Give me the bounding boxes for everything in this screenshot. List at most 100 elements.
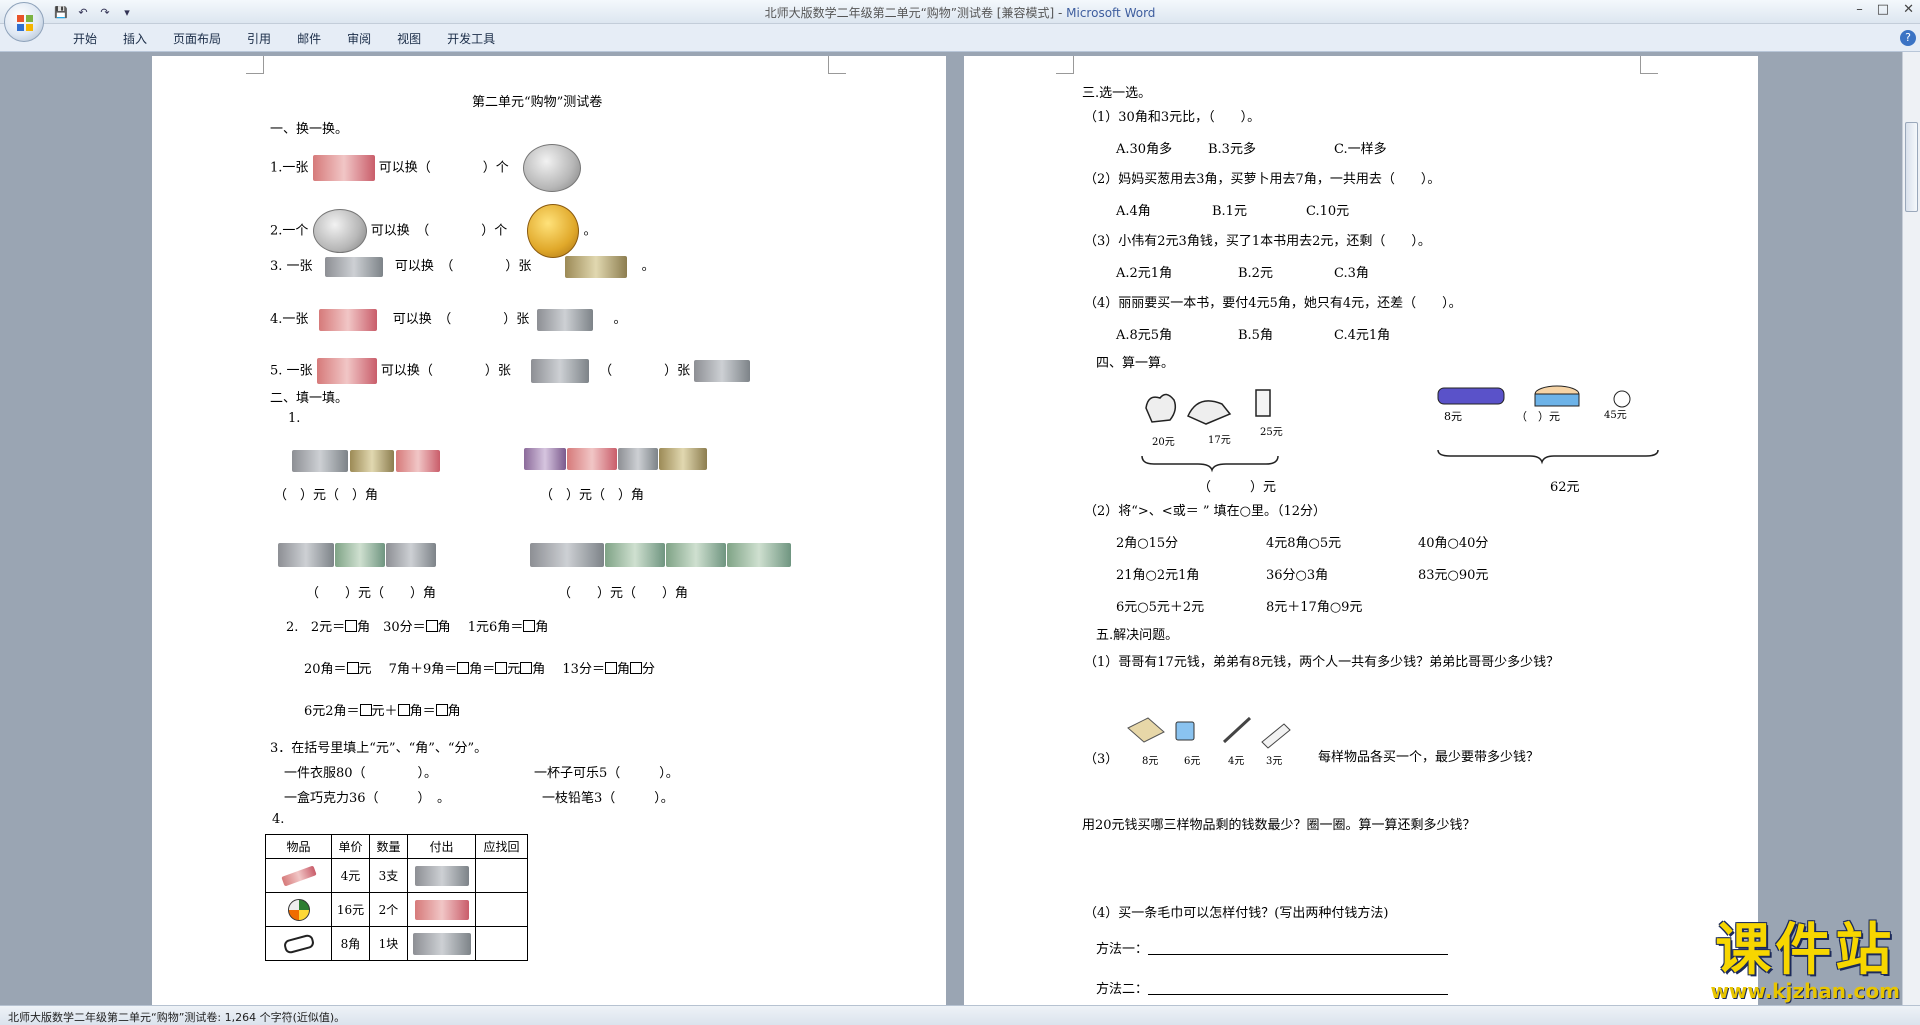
answer-box[interactable] (397, 704, 410, 716)
answer-box[interactable] (523, 620, 536, 632)
tab-page-layout[interactable]: 页面布局 (160, 30, 234, 47)
status-bar: 北师大版数学二年级第二单元“购物”测试卷: 1,264 个字符(近似值)。 (0, 1005, 1920, 1025)
qty-cell: 1块 (369, 926, 408, 961)
banknote-image (530, 359, 589, 383)
line-text: 3. 一张 (270, 259, 313, 274)
tab-view[interactable]: 视图 (384, 30, 434, 47)
tab-home[interactable]: 开始 (60, 30, 110, 47)
shopping-table: 物品 单价 数量 付出 应找回 4元 3支 16元 2个 8角 1块 (265, 834, 528, 961)
compare-item: 6元○5元＋2元 (1116, 600, 1205, 615)
change-cell[interactable] (475, 892, 528, 927)
choice-q4: （4）丽丽要买一本书，要付4元5角，她只有4元，还差（ ）。 (1084, 296, 1462, 311)
line-text: 2.一个 (270, 223, 309, 239)
close-icon[interactable]: ✕ (1903, 2, 1914, 17)
status-text: 北师大版数学二年级第二单元“购物”测试卷: 1,264 个字符(近似值)。 (8, 1011, 346, 1024)
choice-q3: （3）小伟有2元3角钱，买了1本书用去2元，还剩（ ）。 (1084, 234, 1431, 249)
choice-q2: （2）妈妈买葱用去3角，买萝卜用去7角，一共用去（ ）。 (1084, 172, 1441, 187)
vertical-scrollbar[interactable] (1902, 52, 1920, 1005)
tab-review[interactable]: 审阅 (334, 30, 384, 47)
line-text: 可以换 （ ）张 (394, 259, 532, 274)
table-row: 4元 3支 (265, 858, 528, 893)
method-label: 方法一： (1096, 942, 1149, 957)
minimize-icon[interactable]: – (1856, 2, 1863, 17)
answer-box[interactable] (457, 662, 470, 674)
banknote-image (530, 543, 604, 567)
toothbrush-drawing (1222, 716, 1252, 744)
choice-q3-a: A.2元1角 (1116, 266, 1173, 281)
ribbon: 开始 插入 页面布局 引用 邮件 审阅 视图 开发工具 ? (0, 24, 1920, 52)
compare-item: 36分○3角 (1266, 568, 1329, 583)
site-watermark: 课件站 www.kjzhan.com (1710, 918, 1900, 1003)
tab-mailings[interactable]: 邮件 (284, 30, 334, 47)
problem-1: （1）哥哥有17元钱，弟弟有8元钱，两个人一共有多少钱？弟弟比哥哥少多少钱？ (1084, 655, 1560, 670)
q3-line-2b: 一枝铅笔3（ ）。 (542, 791, 674, 806)
cap-drawing (1187, 400, 1232, 425)
maximize-icon[interactable]: □ (1877, 2, 1889, 17)
watermark-main: 课件站 (1715, 918, 1896, 983)
items-group-left-figure (1141, 389, 1279, 473)
document-workspace: 第二单元“购物”测试卷 一、换一换。 1.一张 可以换（ ）个 2.一个 可以换… (0, 52, 1902, 1005)
office-button[interactable] (4, 2, 44, 42)
crop-mark (828, 56, 846, 74)
answer-box[interactable] (346, 662, 359, 674)
scrollbar-thumb[interactable] (1905, 122, 1918, 212)
window-title: 北师大版数学二年级第二单元“购物”测试卷 [兼容模式] - Microsoft … (0, 4, 1920, 21)
fill-text: 角 13分＝ (532, 662, 605, 677)
watermark-url: www.kjzhan.com (1710, 979, 1900, 1003)
section-5-heading: 五.解决问题。 (1096, 628, 1179, 643)
answer-line[interactable] (1148, 954, 1449, 955)
item-price: 8元 (1444, 410, 1462, 423)
tab-insert[interactable]: 插入 (110, 30, 160, 47)
choice-q3-c: C.3角 (1334, 266, 1369, 281)
change-cell[interactable] (475, 926, 528, 961)
answer-3: （ ）元（ ）角 (306, 586, 437, 601)
fill-text: 20角＝ (304, 662, 347, 677)
toothpaste-drawing (1261, 723, 1291, 749)
paid-cell (407, 892, 476, 927)
answer-line[interactable] (1148, 994, 1449, 995)
line-text: 。 (641, 259, 655, 274)
gold-coin-image (527, 204, 580, 258)
item-cell (265, 926, 332, 961)
compare-item: 83元○90元 (1418, 568, 1489, 583)
answer-box[interactable] (604, 662, 617, 674)
fill-text: 角 (535, 620, 549, 635)
choice-q4-c: C.4元1角 (1334, 328, 1391, 343)
method-2: 方法二： (1096, 978, 1449, 997)
line-text: 可以换（ ）个 (378, 160, 509, 176)
line-text: （ ）张 (599, 363, 691, 379)
answer-box[interactable] (435, 704, 448, 716)
answer-right-total: 62元 (1550, 480, 1580, 495)
question-1-number: 1. (288, 411, 301, 426)
section-4-heading: 四、算一算。 (1096, 356, 1175, 371)
method-label: 方法二： (1096, 982, 1149, 997)
exchange-line-4: 4.一张 可以换 （ ）张 。 (270, 308, 627, 331)
brace-right (1437, 449, 1659, 465)
change-cell[interactable] (475, 858, 528, 893)
choice-q4-b: B.5角 (1238, 328, 1273, 343)
brace-left (1141, 455, 1279, 473)
section-2-heading: 二、填一填。 (270, 391, 349, 406)
line-text: 可以换（ ）张 (380, 363, 511, 379)
banknote-image (414, 865, 469, 886)
fill-text: 6元2角＝ (304, 704, 360, 719)
answer-box[interactable] (345, 620, 358, 632)
question-3: 3．在括号里填上“元”、“角”、“分”。 (270, 741, 488, 756)
question-4-number: 4. (272, 812, 285, 827)
banknote-image (335, 543, 385, 567)
item-price: 6元 (1184, 756, 1201, 767)
banknote-image (666, 543, 726, 567)
compare-item: 21角○2元1角 (1116, 568, 1200, 583)
answer-box[interactable] (629, 662, 642, 674)
title-bar: 💾 ↶ ↷ ▾ 北师大版数学二年级第二单元“购物”测试卷 [兼容模式] - Mi… (0, 0, 1920, 24)
fill-text: 元＋ (371, 704, 398, 719)
answer-box[interactable] (520, 662, 533, 674)
answer-box[interactable] (359, 704, 372, 716)
tab-references[interactable]: 引用 (234, 30, 284, 47)
answer-box[interactable] (425, 620, 438, 632)
compare-item: 8元＋17角○9元 (1266, 600, 1363, 615)
help-icon[interactable]: ? (1900, 30, 1916, 46)
answer-box[interactable] (495, 662, 508, 674)
column-header: 物品 (265, 834, 332, 859)
tab-developer[interactable]: 开发工具 (434, 30, 508, 47)
